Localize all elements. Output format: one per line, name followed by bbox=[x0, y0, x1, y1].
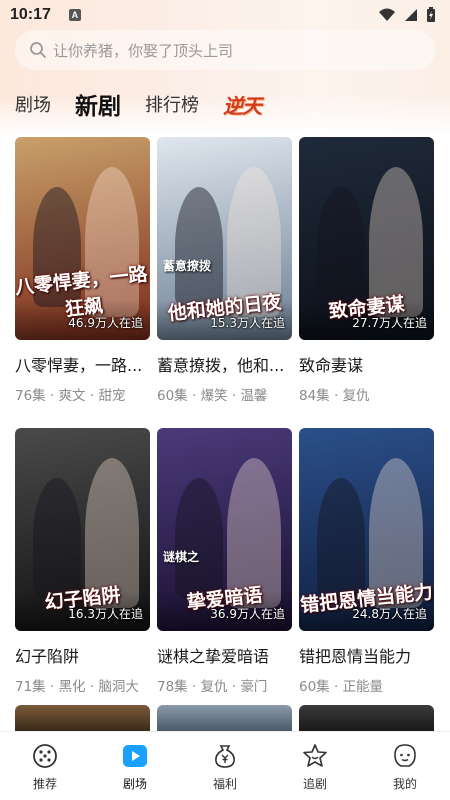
genre-tag: 甜宠 bbox=[98, 388, 126, 404]
episode-count: 76集 bbox=[15, 388, 46, 404]
poster-character bbox=[33, 478, 81, 598]
drama-card[interactable]: 错把恩情当能力 24.8万人在追错把恩情当能力 60集 · 正能量 bbox=[299, 428, 434, 695]
next-row-peek bbox=[15, 705, 435, 731]
watching-count: 36.9万人在追 bbox=[210, 607, 285, 621]
drama-poster[interactable]: 八零悍妻，一路狂飙 46.9万人在追 bbox=[15, 137, 150, 340]
status-bar: 10:17 A bbox=[0, 0, 450, 30]
genre-tag: 脑洞大 bbox=[98, 679, 139, 695]
genre-tag: 黑化 bbox=[58, 679, 86, 695]
episode-count: 60集 bbox=[299, 679, 330, 695]
separator-dot: · bbox=[85, 679, 99, 695]
episode-count: 71集 bbox=[15, 679, 46, 695]
nav-recommend[interactable]: 推荐 bbox=[15, 743, 75, 792]
drama-card[interactable]: 谜棋之 挚爱暗语 36.9万人在追谜棋之挚爱暗语 78集 · 复仇 · 豪门 bbox=[157, 428, 292, 695]
nav-label: 追剧 bbox=[302, 777, 327, 791]
genre-tag: 爽文 bbox=[58, 388, 86, 404]
drama-poster[interactable]: 谜棋之 挚爱暗语 36.9万人在追 bbox=[157, 428, 292, 631]
genre-tag: 爆笑 bbox=[200, 388, 228, 404]
nav-label: 我的 bbox=[392, 777, 417, 791]
drama-card[interactable]: 致命妻谋 27.7万人在追致命妻谋 84集 · 复仇 bbox=[299, 137, 434, 404]
nav-theater[interactable]: 剧场 bbox=[105, 743, 165, 792]
episode-count: 78集 bbox=[157, 679, 188, 695]
genre-tag: 豪门 bbox=[240, 679, 268, 695]
separator-dot: · bbox=[45, 388, 59, 404]
watching-count: 46.9万人在追 bbox=[68, 316, 143, 330]
drama-poster[interactable]: 幻子陷阱 16.3万人在追 bbox=[15, 428, 150, 631]
nav-label: 福利 bbox=[212, 777, 237, 791]
episode-count: 84集 bbox=[299, 388, 330, 404]
drama-card[interactable]: 八零悍妻，一路狂飙 46.9万人在追八零悍妻，一路... 76集 · 爽文 · 甜宠 bbox=[15, 137, 150, 404]
wifi-icon bbox=[379, 8, 395, 21]
episode-count: 60集 bbox=[157, 388, 188, 404]
star-face-icon bbox=[303, 744, 327, 767]
battery-icon bbox=[427, 7, 435, 22]
drama-meta: 71集 · 黑化 · 脑洞大 bbox=[15, 675, 150, 695]
drama-title[interactable]: 蓄意撩拨，他和... bbox=[157, 352, 292, 376]
drama-title[interactable]: 谜棋之挚爱暗语 bbox=[157, 643, 292, 667]
drama-meta: 84集 · 复仇 bbox=[299, 384, 434, 404]
drama-poster[interactable]: 错把恩情当能力 24.8万人在追 bbox=[299, 428, 434, 631]
nav-welfare[interactable]: 福利 bbox=[195, 743, 255, 792]
drama-poster[interactable]: 致命妻谋 27.7万人在追 bbox=[299, 137, 434, 340]
drama-title[interactable]: 错把恩情当能力 bbox=[299, 643, 434, 667]
genre-tag: 正能量 bbox=[342, 679, 384, 695]
drama-grid: 八零悍妻，一路狂飙 46.9万人在追八零悍妻，一路... 76集 · 爽文 · 甜宠… bbox=[15, 137, 435, 695]
category-tabs: 剧场 新剧 排行榜 逆天 bbox=[15, 81, 435, 125]
play-icon bbox=[123, 745, 147, 767]
drama-title[interactable]: 致命妻谋 bbox=[299, 352, 434, 376]
poster-character bbox=[317, 478, 365, 598]
tab-new-dramas[interactable]: 新剧 bbox=[75, 81, 141, 125]
separator-dot: · bbox=[227, 388, 241, 404]
tab-ranking[interactable]: 排行榜 bbox=[145, 91, 199, 117]
profile-face-icon bbox=[394, 744, 416, 767]
genre-tag: 复仇 bbox=[200, 679, 228, 695]
poster-subtitle: 谜棋之 bbox=[163, 550, 200, 564]
peek-poster[interactable] bbox=[299, 705, 434, 731]
peek-poster[interactable] bbox=[15, 705, 150, 731]
drama-meta: 78集 · 复仇 · 豪门 bbox=[157, 675, 292, 695]
watching-count: 24.8万人在追 bbox=[352, 607, 427, 621]
drama-title[interactable]: 幻子陷阱 bbox=[15, 643, 150, 667]
nav-label: 剧场 bbox=[122, 777, 147, 791]
nav-label: 推荐 bbox=[32, 777, 57, 791]
separator-dot: · bbox=[187, 679, 201, 695]
tab-theater[interactable]: 剧场 bbox=[15, 91, 51, 117]
nav-mine[interactable]: 我的 bbox=[375, 743, 435, 792]
drama-meta: 76集 · 爽文 · 甜宠 bbox=[15, 384, 150, 404]
notification-icon: A bbox=[68, 9, 81, 21]
separator-dot: · bbox=[329, 679, 343, 695]
genre-tag: 温馨 bbox=[240, 388, 268, 404]
signal-icon bbox=[405, 9, 417, 21]
tab-nitian-logo[interactable]: 逆天 bbox=[223, 90, 262, 119]
drama-card[interactable]: 幻子陷阱 16.3万人在追幻子陷阱 71集 · 黑化 · 脑洞大 bbox=[15, 428, 150, 695]
drama-meta: 60集 · 正能量 bbox=[299, 675, 434, 695]
search-placeholder: 让你养猪，你娶了顶头上司 bbox=[53, 41, 234, 60]
drama-title[interactable]: 八零悍妻，一路... bbox=[15, 352, 150, 376]
nav-following[interactable]: 追剧 bbox=[285, 743, 345, 792]
watching-count: 27.7万人在追 bbox=[352, 316, 427, 330]
separator-dot: · bbox=[85, 388, 99, 404]
genre-tag: 复仇 bbox=[342, 388, 370, 404]
watching-count: 16.3万人在追 bbox=[68, 607, 143, 621]
search-icon bbox=[30, 42, 46, 58]
bottom-nav: 推荐 剧场 福利 追剧 我的 bbox=[0, 731, 450, 800]
watching-count: 15.3万人在追 bbox=[210, 316, 285, 330]
separator-dot: · bbox=[227, 679, 241, 695]
separator-dot: · bbox=[45, 679, 59, 695]
poster-subtitle: 蓄意撩拨 bbox=[163, 259, 212, 273]
drama-meta: 60集 · 爆笑 · 温馨 bbox=[157, 384, 292, 404]
drama-poster[interactable]: 蓄意撩拨 他和她的日夜 15.3万人在追 bbox=[157, 137, 292, 340]
poster-character bbox=[175, 478, 223, 598]
drama-card[interactable]: 蓄意撩拨 他和她的日夜 15.3万人在追蓄意撩拨，他和... 60集 · 爆笑 · 温… bbox=[157, 137, 292, 404]
peek-poster[interactable] bbox=[157, 705, 292, 731]
separator-dot: · bbox=[187, 388, 201, 404]
status-time: 10:17 bbox=[10, 6, 51, 23]
dice-icon bbox=[33, 744, 57, 768]
yen-bag-icon bbox=[215, 745, 235, 768]
poster-character bbox=[175, 187, 223, 307]
search-bar[interactable]: 让你养猪，你娶了顶头上司 bbox=[15, 30, 435, 70]
poster-character bbox=[317, 187, 365, 307]
separator-dot: · bbox=[329, 388, 343, 404]
